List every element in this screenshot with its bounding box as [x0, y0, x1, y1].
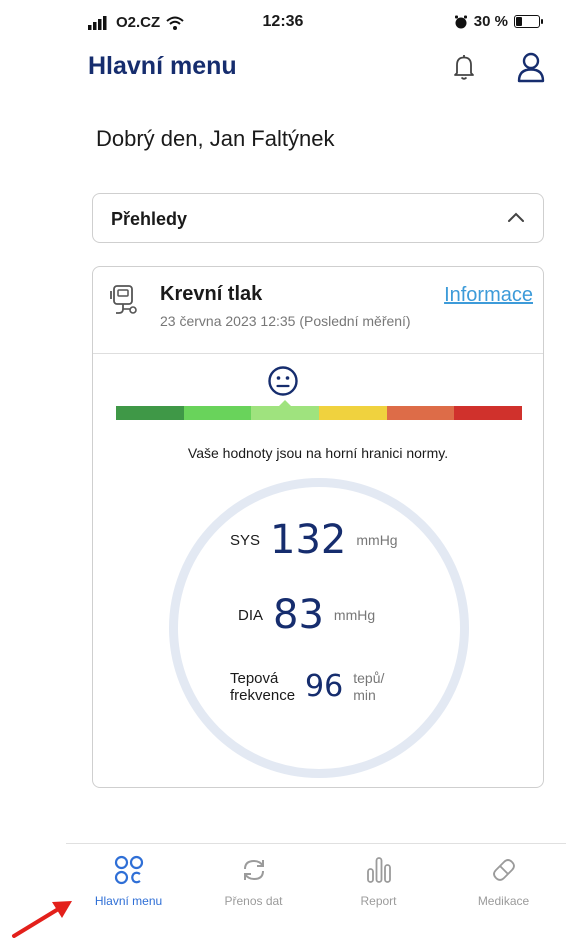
bell-icon[interactable] — [450, 52, 478, 82]
result-message: Vaše hodnoty jsou na horní hranici normy… — [187, 445, 449, 461]
heart-rate-reading: Tepová frekvence 96 tepů/ min — [230, 669, 384, 704]
last-measurement-date: 23 června 2023 12:35 (Poslední měření) — [160, 313, 411, 329]
grid-icon — [114, 855, 143, 885]
bottom-tab-bar: Hlavní menu Přenos dat Report Medikace — [66, 843, 566, 923]
systolic-reading: SYS 132 mmHg — [230, 517, 398, 563]
chevron-up-icon[interactable] — [507, 210, 525, 224]
blood-pressure-monitor-icon — [110, 285, 137, 314]
scale-pointer — [279, 400, 292, 406]
dia-label: DIA — [238, 606, 264, 624]
overview-dropdown[interactable]: Přehledy — [92, 193, 544, 243]
sys-label: SYS — [230, 531, 261, 549]
alarm-icon — [454, 15, 467, 28]
sys-unit: mmHg — [356, 532, 398, 548]
status-bar: O2.CZ 12:36 30 % — [0, 0, 566, 44]
info-link[interactable]: Informace — [444, 284, 533, 307]
tab-medication[interactable]: Medikace — [441, 844, 566, 924]
hr-unit: tepů/ min — [353, 670, 384, 704]
hr-label: Tepová frekvence — [230, 670, 295, 704]
hr-label-line1: Tepová — [230, 669, 279, 687]
dia-unit: mmHg — [333, 607, 376, 623]
scale-segment — [454, 406, 523, 420]
scale-segment — [386, 406, 455, 420]
dia-value: 83 — [273, 592, 324, 638]
battery-percent: 30 % — [473, 13, 508, 30]
bp-severity-scale — [116, 400, 523, 420]
tab-label: Medikace — [477, 894, 530, 908]
hr-unit-line2: min — [353, 686, 376, 703]
bars-icon — [366, 857, 391, 883]
page-title: Hlavní menu — [88, 52, 237, 80]
battery-info: 30 % — [454, 13, 543, 30]
tab-label: Přenos dat — [224, 894, 283, 908]
scale-segment — [319, 406, 387, 420]
divider — [93, 353, 543, 354]
greeting-text: Dobrý den, Jan Faltýnek — [96, 126, 335, 151]
card-title: Krevní tlak — [160, 283, 263, 305]
blood-pressure-card: Krevní tlak 23 června 2023 12:35 (Posled… — [92, 266, 544, 788]
sys-value: 132 — [270, 517, 347, 563]
battery-fill — [516, 17, 522, 26]
pill-icon — [492, 859, 515, 881]
tab-data-transfer[interactable]: Přenos dat — [191, 844, 316, 924]
annotation-arrow — [12, 901, 72, 938]
header: Hlavní menu — [0, 48, 566, 90]
hr-unit-line1: tepů/ — [353, 669, 385, 686]
overview-label: Přehledy — [111, 209, 188, 229]
neutral-face-icon — [268, 366, 298, 396]
scale-segment — [116, 406, 184, 420]
user-profile-icon[interactable] — [514, 50, 548, 84]
scale-segment — [183, 406, 252, 420]
hr-label-line2: frekvence — [230, 686, 296, 704]
hr-value: 96 — [305, 669, 344, 704]
sync-icon — [243, 859, 264, 881]
tab-report[interactable]: Report — [316, 844, 441, 924]
scale-segment — [251, 400, 320, 420]
tab-label: Report — [360, 894, 397, 908]
battery-icon — [514, 15, 543, 28]
diastolic-reading: DIA 83 mmHg — [238, 592, 375, 638]
